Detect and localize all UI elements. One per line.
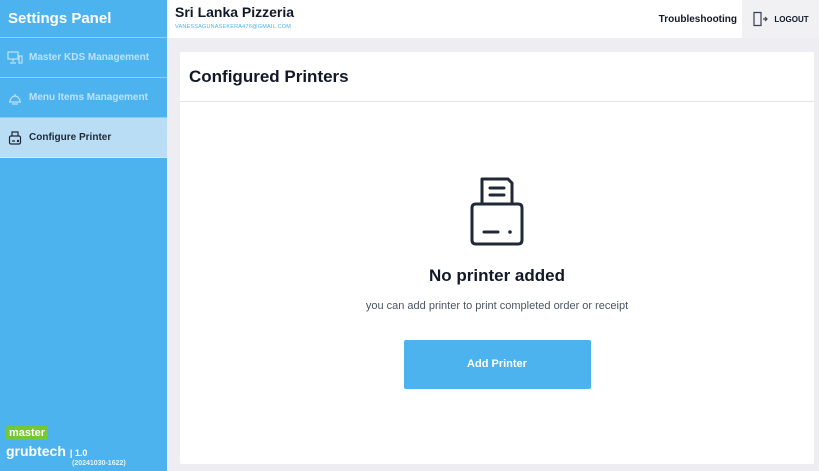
user-email: VANESSAGUNASEKERA476@GMAIL.COM bbox=[175, 24, 292, 30]
sidebar-item-master-kds[interactable]: Master KDS Management bbox=[0, 38, 167, 78]
sidebar-item-label: Configure Printer bbox=[29, 132, 112, 143]
printer-icon bbox=[7, 130, 23, 146]
kds-icon bbox=[7, 50, 23, 66]
printers-card: Configured Printers No printer added you… bbox=[180, 52, 814, 464]
restaurant-name: Sri Lanka Pizzeria bbox=[175, 4, 295, 20]
sidebar-item-configure-printer[interactable]: Configure Printer bbox=[0, 118, 167, 158]
printer-empty-icon bbox=[180, 174, 814, 250]
empty-state: No printer added you can add printer to … bbox=[180, 174, 814, 389]
empty-title: No printer added bbox=[428, 266, 565, 285]
add-printer-button[interactable]: Add Printer bbox=[403, 340, 591, 389]
brand-badge: master bbox=[6, 426, 49, 440]
sidebar: Settings Panel Master KDS Management Men… bbox=[0, 0, 167, 471]
empty-subtitle: you can add printer to print completed o… bbox=[365, 300, 629, 312]
app-version: | 1.0 bbox=[69, 448, 88, 458]
page-title: Configured Printers bbox=[180, 52, 814, 102]
logout-label: LOGOUT bbox=[774, 14, 809, 24]
brand-name: grubtech bbox=[6, 443, 66, 459]
logout-button[interactable]: LOGOUT bbox=[742, 0, 819, 38]
header: Sri Lanka Pizzeria VANESSAGUNASEKERA476@… bbox=[167, 0, 819, 38]
sidebar-title: Settings Panel bbox=[0, 0, 167, 38]
sidebar-item-label: Master KDS Management bbox=[29, 52, 150, 63]
build-number: (20241030-1622) bbox=[72, 460, 126, 467]
sidebar-item-menu-items[interactable]: Menu Items Management bbox=[0, 78, 167, 118]
brand-logo: master grubtech | 1.0 (20241030-1622) bbox=[6, 423, 126, 467]
logout-icon bbox=[752, 11, 769, 27]
sidebar-item-label: Menu Items Management bbox=[29, 92, 148, 103]
menu-items-icon bbox=[7, 90, 23, 106]
troubleshooting-link[interactable]: Troubleshooting bbox=[659, 0, 737, 38]
